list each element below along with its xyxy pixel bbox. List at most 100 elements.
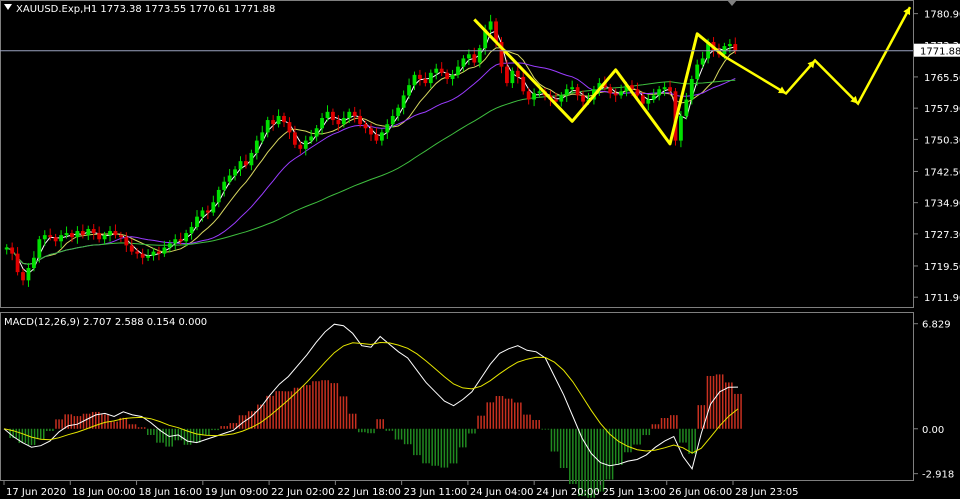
- candle-body: [303, 140, 308, 149]
- macd-panel: MACD(12,26,9) 2.707 2.588 0.154 0.000: [3, 317, 742, 498]
- candle-body: [352, 111, 357, 116]
- time-tick-label: 23 Jun 11:00: [404, 487, 468, 498]
- candle-body: [146, 255, 150, 258]
- candle-body: [162, 247, 167, 254]
- candle-body: [613, 93, 618, 96]
- candle-body: [233, 169, 237, 176]
- moving-average-line: [6, 79, 736, 265]
- candle-body: [70, 233, 74, 238]
- candle-body: [59, 235, 63, 242]
- candle-body: [396, 107, 401, 116]
- price-tick-label: 1750.30: [924, 135, 960, 146]
- moving-average-layer: [6, 30, 736, 275]
- price-tick-label: 1780.90: [924, 10, 960, 21]
- chart-shift-marker-icon[interactable]: [727, 0, 737, 6]
- macd-label: MACD(12,26,9) 2.707 2.588 0.154 0.000: [4, 317, 207, 328]
- candle-body: [347, 111, 352, 119]
- candle-body: [472, 54, 477, 63]
- candle-body: [10, 247, 15, 254]
- time-tick-label: 22 Jun 02:00: [271, 487, 335, 498]
- price-tick-label: 1727.30: [924, 230, 960, 241]
- candle-body: [733, 44, 738, 51]
- chart-canvas: XAUUSD.Exp,H1 1773.38 1773.55 1770.61 17…: [0, 0, 960, 498]
- candle-body: [271, 120, 276, 125]
- candle-body: [4, 247, 9, 250]
- candle-body: [37, 239, 42, 258]
- candle-body: [418, 74, 422, 79]
- candle-body: [515, 70, 520, 77]
- macd-tick-label: 6.829: [922, 320, 951, 331]
- candle-body: [244, 161, 248, 166]
- price-tick-label: 1757.90: [924, 104, 960, 115]
- candle-body: [80, 231, 85, 236]
- candle-body: [640, 95, 645, 104]
- current-price-tag: 1771.88: [914, 43, 960, 58]
- candle-body: [113, 231, 118, 236]
- candle-body: [21, 272, 25, 281]
- collapse-arrow-icon[interactable]: [4, 4, 12, 10]
- candle-body: [140, 253, 145, 258]
- candle-body: [668, 87, 672, 92]
- current-price-tag-text: 1771.88: [920, 47, 960, 58]
- candle-body: [651, 95, 656, 100]
- macd-tick-label: 0.00: [922, 425, 944, 436]
- candle-body: [456, 66, 460, 75]
- price-tick-label: 1734.90: [924, 199, 960, 210]
- candle-body: [358, 115, 363, 125]
- candle-body: [108, 231, 112, 236]
- candle-body: [390, 115, 395, 125]
- candle-body: [570, 87, 575, 90]
- candle-body: [325, 111, 330, 119]
- candle-body: [189, 226, 194, 234]
- candle-body: [97, 233, 102, 240]
- candle-body: [401, 95, 406, 108]
- candle-body: [684, 99, 689, 116]
- candle-body: [15, 253, 20, 273]
- candle-body: [167, 243, 172, 248]
- time-tick-label: 24 Jun 20:00: [536, 487, 600, 498]
- candle-body: [488, 21, 493, 30]
- candle-body: [287, 122, 292, 133]
- candle-body: [178, 239, 183, 242]
- macd-tick-label: -2.918: [922, 470, 954, 481]
- time-tick-label: 19 Jun 09:00: [205, 487, 269, 498]
- candle-body: [646, 99, 651, 104]
- candle-body: [254, 140, 259, 153]
- candle-body: [662, 87, 667, 90]
- candle-body: [537, 91, 542, 94]
- time-axis: 17 Jun 2020 18 Jun 00:00 18 Jun 16:00 19 Ju…: [3, 481, 799, 498]
- candle-body: [608, 87, 613, 94]
- candle-body: [727, 44, 732, 47]
- macd-axis: 6.829 0.00 -2.918: [913, 320, 954, 481]
- candle-body: [521, 76, 526, 92]
- candle-body: [222, 181, 227, 190]
- candle-body: [369, 128, 373, 135]
- forecast-annotation-layer: [473, 6, 912, 146]
- candle-body: [184, 233, 189, 242]
- candle-body: [374, 134, 379, 141]
- candle-body: [173, 239, 178, 244]
- candle-body: [26, 268, 31, 281]
- candle-body: [445, 72, 450, 79]
- candle-body: [379, 132, 384, 141]
- time-tick-label: 22 Jun 18:00: [337, 487, 401, 498]
- price-tick-label: 1765.50: [924, 73, 960, 84]
- candle-body: [635, 89, 640, 96]
- candle-body: [42, 235, 47, 240]
- candle-body: [581, 95, 585, 102]
- candle-body: [309, 136, 314, 141]
- price-tick-label: 1711.90: [924, 293, 960, 304]
- price-tick-label: 1719.50: [924, 262, 960, 273]
- candle-body: [564, 89, 569, 96]
- candle-body: [657, 89, 662, 96]
- candle-body: [695, 64, 700, 79]
- price-panel-border: [0, 0, 914, 308]
- candle-body: [124, 237, 129, 246]
- candle-body: [216, 189, 221, 203]
- time-tick-label: 26 Jun 06:00: [669, 487, 733, 498]
- candle-body: [205, 210, 210, 213]
- candle-body: [75, 231, 80, 238]
- candle-body: [265, 120, 270, 133]
- time-tick-label: 18 Jun 00:00: [72, 487, 136, 498]
- candle-body: [439, 68, 444, 73]
